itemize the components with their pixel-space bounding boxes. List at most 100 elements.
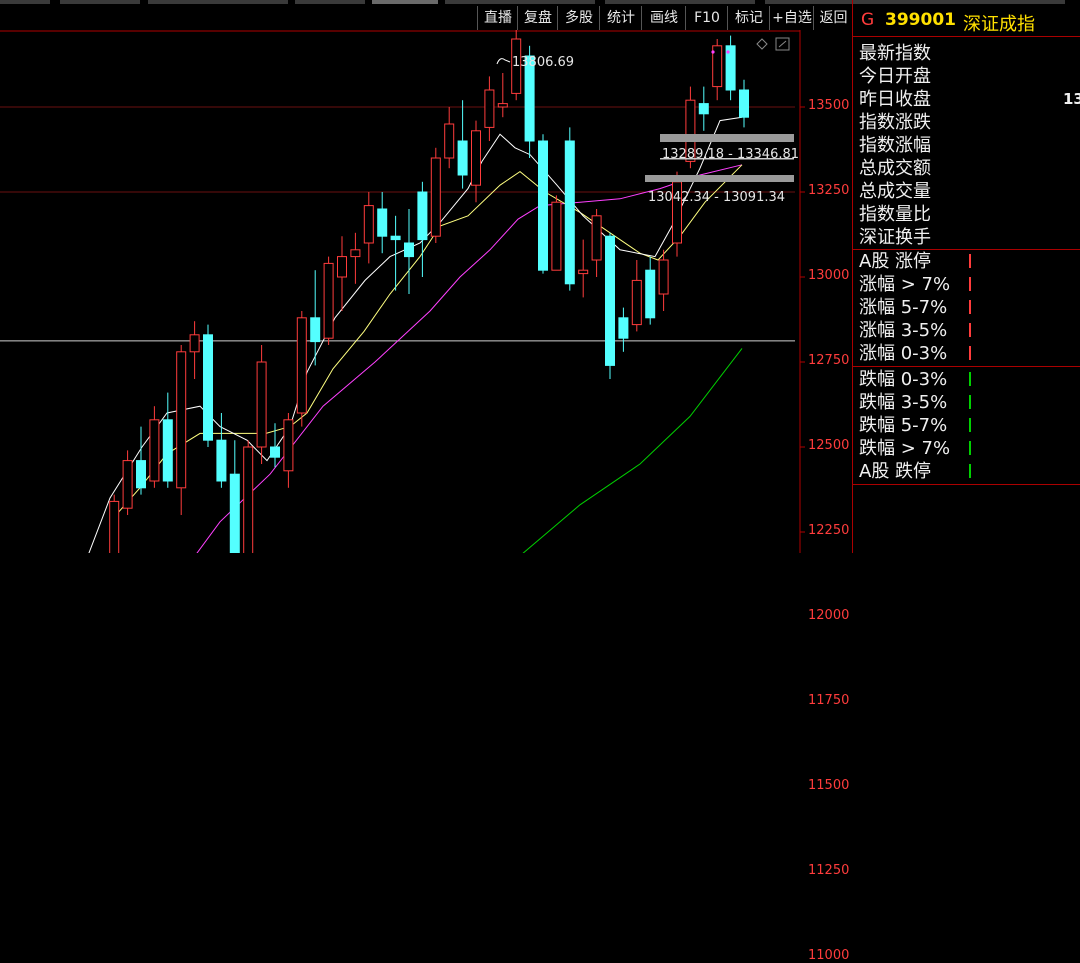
price-axis-tick: 12250: [808, 523, 850, 538]
stat-bar: [969, 395, 971, 409]
stat-down-3-5: 跌幅 3-5%: [859, 392, 948, 413]
candle: [390, 215, 401, 291]
candle: [122, 450, 133, 515]
chart-toolbar: 直播 复盘 多股 统计 画线 F10 标记 +自选 返回: [0, 6, 852, 30]
field-volume: 总成交量: [859, 181, 931, 202]
candle-body: [658, 259, 669, 295]
candle: [337, 236, 347, 311]
candle-body: [444, 123, 455, 159]
gridlines: [0, 106, 805, 533]
stat-a-limit-down: A股 跌停: [859, 461, 932, 482]
candle: [256, 345, 267, 464]
diamond-icon[interactable]: [756, 38, 768, 50]
index-header: G 399001 深证成指: [853, 8, 1080, 36]
price-axis-tick: 12000: [808, 608, 850, 623]
candle: [430, 147, 441, 243]
replay-button[interactable]: 复盘: [517, 6, 558, 30]
candle: [404, 209, 414, 294]
live-button[interactable]: 直播: [477, 6, 518, 30]
candle: [578, 239, 589, 298]
add-watchlist-button[interactable]: +自选: [769, 6, 814, 30]
mark-button[interactable]: 标记: [727, 6, 770, 30]
candle-body: [404, 242, 414, 258]
candle: [739, 79, 749, 128]
candle: [444, 107, 455, 169]
candle-body: [390, 235, 401, 241]
candle-body: [229, 473, 240, 553]
candle-body: [457, 140, 468, 176]
candle-body: [256, 361, 267, 448]
candle: [645, 256, 656, 325]
candle: [725, 35, 736, 101]
stat-bar: [969, 372, 971, 386]
candle-body: [270, 446, 280, 458]
candle-body: [216, 439, 227, 482]
candle: [136, 426, 146, 495]
candle-body: [417, 191, 428, 241]
candle: [243, 440, 254, 553]
candle-body: [645, 269, 656, 319]
index-name[interactable]: 深证成指: [963, 10, 1035, 36]
index-code[interactable]: 399001: [885, 10, 956, 30]
candle-body: [739, 89, 749, 118]
candle: [698, 86, 709, 131]
stat-bar: [969, 346, 971, 360]
price-axis-tick: 11250: [808, 863, 850, 878]
window-toggle-slash: [778, 40, 787, 48]
candle-body: [189, 334, 200, 353]
prev-close-value: 13: [1063, 90, 1080, 108]
candle: [203, 324, 213, 447]
range-lower-label: 13042.34 - 13091.34: [648, 190, 785, 205]
multi-stock-button[interactable]: 多股: [557, 6, 600, 30]
candle-body: [109, 500, 120, 553]
candle: [323, 256, 334, 345]
candle-body: [136, 460, 146, 489]
statistics-button[interactable]: 统计: [599, 6, 642, 30]
stat-up-0-3: 涨幅 0-3%: [859, 343, 948, 364]
candle-body: [310, 317, 321, 343]
ma60-line: [522, 348, 743, 553]
candle-body: [377, 208, 388, 237]
candle-body: [591, 215, 602, 261]
f10-button[interactable]: F10: [685, 6, 728, 30]
candle-body: [497, 103, 508, 108]
kline-chart[interactable]: 13806.69 13289.18 - 13346.81 13042.34 - …: [0, 30, 852, 963]
moving-averages: [88, 116, 743, 553]
candle: [363, 192, 374, 264]
candle-body: [484, 89, 495, 128]
header-divider: [853, 36, 1080, 37]
candle: [457, 100, 468, 189]
candle: [551, 195, 562, 271]
candle-body: [363, 205, 374, 244]
candle: [591, 209, 602, 277]
draw-line-button[interactable]: 画线: [641, 6, 686, 30]
stat-bar: [969, 441, 971, 455]
high-price-label: 13806.69: [512, 55, 574, 70]
candle: [350, 232, 361, 284]
candle: [283, 413, 294, 488]
candle-body: [323, 262, 334, 339]
stat-down-5-7: 跌幅 5-7%: [859, 415, 948, 436]
ma5-line: [88, 116, 743, 553]
candle-body: [296, 317, 307, 414]
candle: [417, 181, 428, 277]
field-today-open: 今日开盘: [859, 66, 931, 87]
index-info-panel: G 399001 深证成指 最新指数 今日开盘 昨日收盘 13 指数涨跌 指数涨…: [852, 0, 1080, 553]
chart-corner-icons: [711, 37, 790, 54]
stat-up-3-5: 涨幅 3-5%: [859, 320, 948, 341]
candle-body: [698, 103, 709, 115]
candle-body: [551, 201, 562, 271]
candle: [497, 73, 508, 118]
candle: [377, 192, 388, 254]
candle-body: [149, 419, 160, 482]
candle: [564, 127, 575, 291]
candle: [712, 39, 723, 101]
price-axis-tick: 13500: [808, 98, 850, 113]
candle-body: [243, 446, 254, 553]
candlestick-chart-svg: 13806.69 13289.18 - 13346.81 13042.34 - …: [0, 30, 805, 553]
candle-body: [162, 419, 173, 482]
field-turnover-rate: 深证换手: [859, 227, 931, 248]
stat-down-gt7: 跌幅 > 7%: [859, 438, 951, 459]
back-button[interactable]: 返回: [813, 6, 853, 30]
candle: [538, 134, 548, 274]
